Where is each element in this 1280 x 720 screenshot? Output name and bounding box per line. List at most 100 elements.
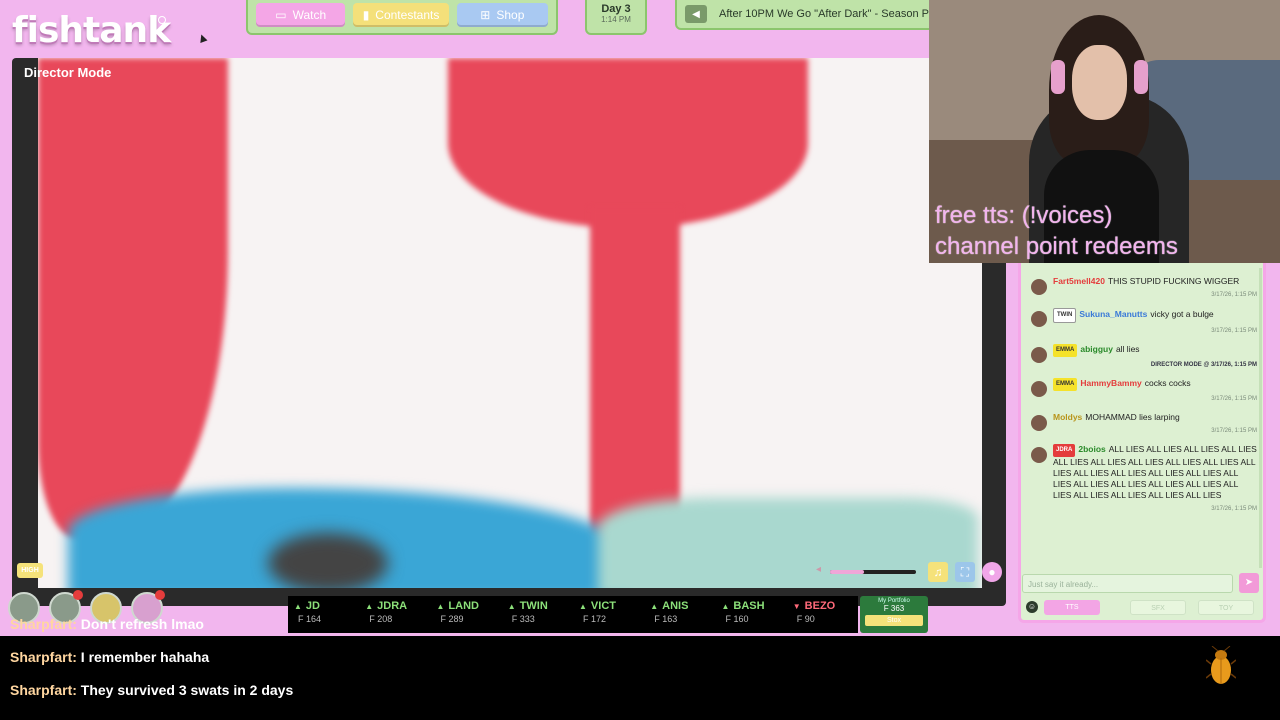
watch-button[interactable]: ▭ Watch: [256, 3, 346, 27]
chat-username[interactable]: Sukuna_Manutts: [1079, 309, 1147, 319]
chat-user: Sharpfart:: [10, 682, 77, 698]
fishtank-logo[interactable]: fishtank: [12, 10, 171, 51]
ticker-name: ▲ ANIS: [650, 600, 715, 612]
day-label: Day 3: [601, 3, 631, 15]
main-nav: ▭ Watch ▮ Contestants ⊞ Shop: [246, 0, 558, 35]
ticker-name: ▲ JD: [294, 600, 359, 612]
message-timestamp: 3/17/26, 1:15 PM: [1211, 428, 1257, 434]
ticker-name: ▼ BEZO: [793, 600, 858, 612]
chat-username[interactable]: Fart5mell420: [1053, 276, 1105, 286]
chat-text: I remember hahaha: [80, 649, 210, 665]
send-icon[interactable]: ➤: [1239, 573, 1259, 593]
chat-panel: Fart5mell420 THIS STUPID FUCKING WIGGER 3/…: [1018, 263, 1266, 623]
chat-user: Sharpfart:: [10, 649, 77, 665]
avatar: [1031, 415, 1047, 431]
ticker-symbol: VICT: [590, 600, 616, 612]
ticker-symbol: JD: [305, 600, 320, 612]
chat-input[interactable]: Just say it already...: [1022, 574, 1233, 593]
ticker-item[interactable]: ▲ LAND F 289: [431, 596, 502, 633]
avatar: [1031, 347, 1047, 363]
ticker-price: F 333: [511, 614, 535, 624]
chat-message-text: THIS STUPID FUCKING WIGGER: [1107, 276, 1240, 286]
team-badge: EMMA: [1053, 378, 1078, 391]
ticker-symbol: JDRA: [377, 600, 408, 612]
ticker-price: F 208: [369, 614, 393, 624]
ticker-name: ▲ VICT: [579, 600, 644, 612]
chat-message[interactable]: TWIN Sukuna_Manutts vicky got a bulge 3/17/…: [1029, 308, 1257, 334]
arrow-down-icon: ▼: [792, 602, 801, 611]
director-mode-tag: DIRECTOR MODE @ 3/17/26, 1:15 PM: [1150, 362, 1257, 368]
chat-text: They survived 3 swats in 2 days: [80, 682, 294, 698]
stream-chat-line: Sharpfart: I remember hahaha: [10, 649, 209, 665]
quality-badge[interactable]: HIGH: [17, 563, 43, 578]
team-badge: TWIN: [1053, 308, 1077, 323]
avatar: [1031, 279, 1047, 295]
chat-message[interactable]: Moldys MOHAMMAD lies larping 3/17/26, 1:15…: [1029, 412, 1257, 434]
ticker-item[interactable]: ▼ BEZO F 90: [787, 596, 858, 633]
redeems-line: channel point redeems: [935, 233, 1178, 260]
arrow-up-icon: ▲: [650, 602, 659, 611]
chat-message-text: all lies: [1115, 344, 1140, 354]
volume-slider[interactable]: [830, 570, 916, 574]
chat-username[interactable]: abigguy: [1080, 344, 1113, 354]
chat-message-text: cocks cocks: [1144, 378, 1191, 388]
ticker-symbol: LAND: [448, 600, 479, 612]
toy-button[interactable]: TOY: [1198, 600, 1254, 615]
notification-dot: [155, 590, 165, 600]
video-scene: [598, 498, 978, 588]
team-badge: JDRA: [1053, 444, 1076, 457]
arrow-up-icon: ▲: [721, 602, 730, 611]
stox-button[interactable]: Stox: [865, 615, 923, 626]
contestants-button[interactable]: ▮ Contestants: [353, 3, 449, 27]
chat-message[interactable]: EMMA abigguy all lies DIRECTOR MODE @ 3/17/…: [1029, 344, 1257, 368]
ticker-item[interactable]: ▲ JD F 164: [288, 596, 359, 633]
portfolio-value: F 363: [883, 604, 905, 613]
ticker-price: F 163: [654, 614, 678, 624]
chat-username[interactable]: 2boios: [1078, 444, 1105, 454]
shop-button[interactable]: ⊞ Shop: [456, 3, 549, 27]
emoji-icon[interactable]: ☺: [1026, 601, 1038, 613]
ticker-name: ▲ BASH: [722, 600, 787, 612]
video-player[interactable]: [38, 58, 982, 588]
headset-icon: [1134, 60, 1148, 94]
tv-icon: ▭: [275, 8, 287, 22]
stream-chat-line: Sharpfart: Don't refresh lmao: [10, 616, 204, 632]
team-badge: EMMA: [1053, 344, 1078, 357]
fullscreen-icon[interactable]: ⛶: [955, 562, 975, 582]
bell-icon[interactable]: ♫: [928, 562, 948, 582]
registered-mark-icon: [158, 16, 166, 24]
chat-scrollbar[interactable]: [1259, 268, 1262, 568]
arrow-up-icon: ▲: [294, 602, 302, 611]
volume-icon[interactable]: ◂: [816, 564, 821, 575]
tts-line: free tts: (!voices): [935, 202, 1113, 229]
ticker-item[interactable]: ▲ JDRA F 208: [359, 596, 430, 633]
ticker-name: ▲ LAND: [437, 600, 502, 612]
day-indicator: Day 3 1:14 PM: [585, 0, 647, 35]
ticker-symbol: TWIN: [519, 600, 548, 612]
shop-label: Shop: [496, 8, 525, 22]
message-timestamp: 3/17/26, 1:15 PM: [1211, 292, 1257, 298]
chat-message[interactable]: EMMA HammyBammy cocks cocks 3/17/26, 1:15 P…: [1029, 378, 1257, 402]
chat-user: Sharpfart:: [10, 616, 77, 632]
mouse-cursor-icon: ▲: [193, 28, 212, 47]
chat-username[interactable]: HammyBammy: [1080, 378, 1141, 388]
chat-messages[interactable]: Fart5mell420 THIS STUPID FUCKING WIGGER 3/…: [1029, 268, 1257, 568]
ticker-item[interactable]: ▲ TWIN F 333: [502, 596, 573, 633]
chat-username[interactable]: Moldys: [1053, 412, 1082, 422]
ticker-item[interactable]: ▲ BASH F 160: [716, 596, 787, 633]
ticker-item[interactable]: ▲ ANIS F 163: [644, 596, 715, 633]
arrow-up-icon: ▲: [579, 602, 587, 611]
cockroach-icon: [1206, 646, 1236, 684]
tts-button[interactable]: TTS: [1044, 600, 1100, 615]
ticker-item[interactable]: ▲ VICT F 172: [573, 596, 644, 633]
back-arrow-icon[interactable]: ◀: [685, 5, 707, 23]
portfolio-box[interactable]: My Portfolio F 363 Stox: [860, 596, 928, 633]
video-scene: [38, 58, 228, 538]
chat-message[interactable]: Fart5mell420 THIS STUPID FUCKING WIGGER 3/…: [1029, 276, 1257, 298]
sfx-button[interactable]: SFX: [1130, 600, 1186, 615]
chat-message[interactable]: JDRA 2boios ALL LIES ALL LIES ALL LIES ALL…: [1029, 444, 1257, 512]
episode-title-bar: ◀ After 10PM We Go "After Dark" - Season…: [675, 0, 935, 30]
record-icon[interactable]: ●: [982, 562, 1002, 582]
message-body: Moldys MOHAMMAD lies larping: [1053, 412, 1257, 423]
message-body: JDRA 2boios ALL LIES ALL LIES ALL LIES ALL…: [1053, 444, 1257, 501]
